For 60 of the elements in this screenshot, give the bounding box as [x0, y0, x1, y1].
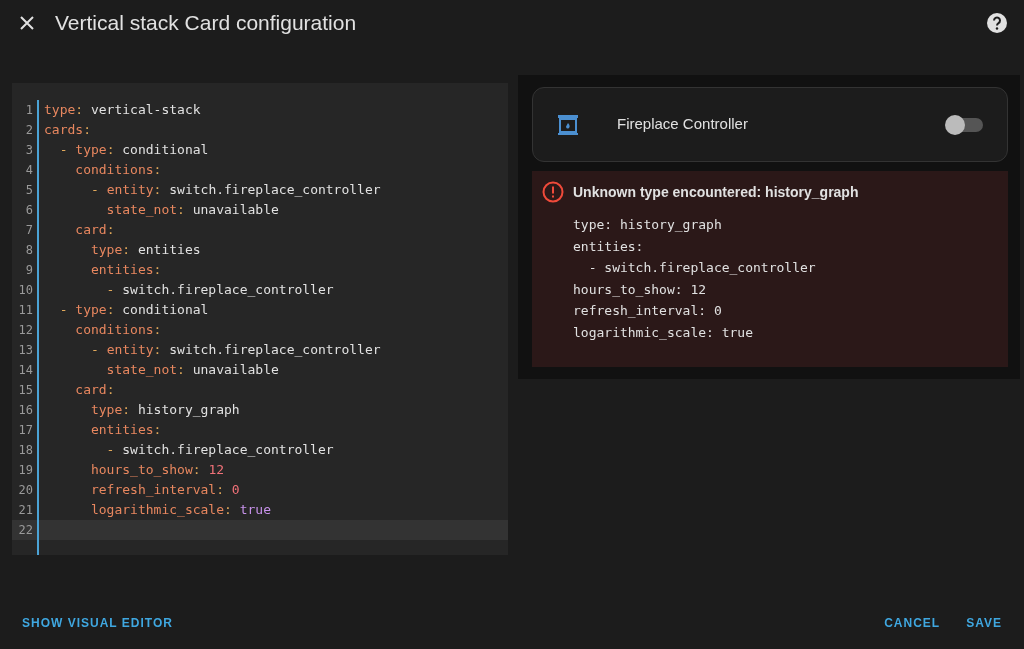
line-number: 22 — [17, 522, 34, 539]
line-number: 14 — [17, 362, 34, 379]
code-line: hours_to_show: 12 — [89, 461, 225, 480]
error-title: Unknown type encountered: history_graph — [573, 182, 859, 202]
line-number: 1 — [24, 102, 34, 119]
code-line: conditions: — [74, 161, 162, 180]
code-line: - switch.fireplace_controller — [105, 441, 334, 460]
line-number: 16 — [17, 402, 34, 419]
code-line: - type: conditional — [58, 141, 209, 160]
line-number: 15 — [17, 382, 34, 399]
line-number: 18 — [17, 442, 34, 459]
code-line: conditions: — [74, 321, 162, 340]
line-number: 2 — [24, 122, 34, 139]
code-line: state_not: unavailable — [105, 361, 279, 380]
code-line: type: history_graph — [89, 401, 240, 420]
code-line: entities: — [89, 261, 162, 280]
line-number: 21 — [17, 502, 34, 519]
toggle-switch[interactable] — [947, 117, 983, 132]
line-number: 13 — [17, 342, 34, 359]
code-line: - type: conditional — [58, 301, 209, 320]
code-line: card: — [74, 221, 115, 240]
code-line: - entity: switch.fireplace_controller — [89, 181, 381, 200]
fireplace-icon — [557, 113, 579, 136]
code-line: type: vertical-stack — [44, 101, 201, 120]
line-number: 3 — [24, 142, 34, 159]
code-line: cards: — [44, 121, 91, 140]
entity-name: Fireplace Controller — [617, 114, 748, 135]
show-visual-editor-button[interactable]: SHOW VISUAL EDITOR — [12, 606, 183, 640]
dialog-title: Vertical stack Card configuration — [55, 9, 357, 36]
line-number: 19 — [17, 462, 34, 479]
line-number: 12 — [17, 322, 34, 339]
alert-icon — [542, 181, 564, 203]
help-icon[interactable] — [986, 11, 1008, 34]
code-line: entities: — [89, 421, 162, 440]
line-number: 7 — [24, 222, 34, 239]
code-line: - switch.fireplace_controller — [105, 281, 334, 300]
line-number: 17 — [17, 422, 34, 439]
error-code-line: hours_to_show: 12 — [573, 280, 708, 299]
code-line: - entity: switch.fireplace_controller — [89, 341, 381, 360]
line-number: 8 — [24, 242, 34, 259]
dialog-action-button[interactable]: CANCEL — [874, 606, 951, 640]
code-line: type: entities — [89, 241, 201, 260]
line-number: 5 — [24, 182, 34, 199]
code-line: logarithmic_scale: true — [89, 501, 271, 520]
error-code-line: logarithmic_scale: true — [573, 323, 754, 342]
dialog-action-button[interactable]: SAVE — [956, 606, 1012, 640]
error-code-line: entities: — [573, 237, 645, 256]
code-editor[interactable] — [12, 83, 508, 555]
line-number: 9 — [24, 262, 34, 279]
error-code-line: - switch.fireplace_controller — [587, 259, 817, 277]
line-number: 10 — [17, 282, 34, 299]
line-number: 20 — [17, 482, 34, 499]
code-line: refresh_interval: 0 — [89, 481, 240, 500]
error-code-line: type: history_graph — [573, 216, 723, 234]
error-code-line: refresh_interval: 0 — [573, 302, 723, 320]
line-number: 11 — [17, 302, 34, 319]
code-line: card: — [74, 381, 115, 400]
line-number: 6 — [24, 202, 34, 219]
code-line: state_not: unavailable — [105, 201, 279, 220]
line-number: 4 — [24, 162, 34, 179]
